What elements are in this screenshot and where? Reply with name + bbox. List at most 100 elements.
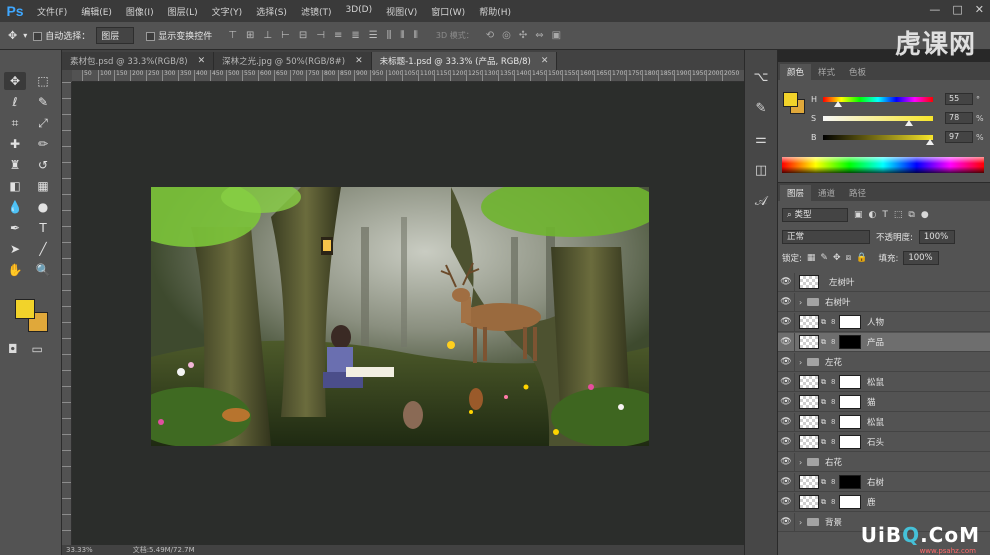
eye-icon[interactable]: 👁: [778, 397, 794, 407]
lasso-tool-icon[interactable]: ℓ: [4, 93, 26, 111]
color-spectrum-bar[interactable]: [782, 157, 984, 173]
link-icon[interactable]: 8: [831, 418, 839, 426]
layer-thumbnail[interactable]: [799, 275, 819, 289]
menu-item-0[interactable]: 文件(F): [30, 5, 74, 18]
link-icon[interactable]: 8: [831, 438, 839, 446]
move-tool-icon[interactable]: ✥: [4, 72, 26, 90]
layer-mask-thumbnail[interactable]: [839, 375, 861, 389]
layer-row[interactable]: 👁 › 右花: [778, 452, 990, 472]
minimize-icon[interactable]: —: [929, 3, 940, 16]
menu-item-4[interactable]: 文字(Y): [205, 5, 250, 18]
layer-mask-thumbnail[interactable]: [839, 415, 861, 429]
eye-icon[interactable]: 👁: [778, 297, 794, 307]
properties-panel-icon[interactable]: ◫: [755, 163, 767, 178]
layer-row[interactable]: 👁 ⧉ 8 鹿: [778, 492, 990, 512]
eye-icon[interactable]: 👁: [778, 457, 794, 467]
menu-item-7[interactable]: 3D(D): [338, 5, 379, 18]
layer-mask-thumbnail[interactable]: [839, 435, 861, 449]
screen-mode-icon[interactable]: ▭: [32, 342, 43, 356]
dodge-tool-icon[interactable]: ●: [32, 198, 54, 216]
tab-channels[interactable]: 通道: [811, 185, 842, 201]
brush-panel-icon[interactable]: ✎: [756, 101, 767, 116]
filter-smart-icon[interactable]: ⧉: [908, 210, 914, 220]
show-transform-checkbox[interactable]: 显示变换控件: [146, 29, 212, 42]
tab-layers[interactable]: 图层: [780, 185, 812, 201]
path-select-icon[interactable]: ➤: [4, 240, 26, 258]
lock-artboard-icon[interactable]: ⧈: [845, 253, 851, 263]
layer-thumbnail[interactable]: [799, 415, 819, 429]
layer-row[interactable]: 👁 ⧉ 8 松鼠: [778, 372, 990, 392]
menu-item-2[interactable]: 图像(I): [119, 5, 161, 18]
3d-pan-icon[interactable]: ✣: [519, 30, 527, 41]
zoom-tool-icon[interactable]: 🔍: [32, 261, 54, 279]
layer-filter-dropdown[interactable]: ⌕ 类型: [782, 208, 848, 222]
filter-type-icon[interactable]: T: [882, 210, 888, 220]
align-hcenter-icon[interactable]: ⊟: [299, 30, 307, 41]
auto-select-dropdown[interactable]: 图层: [96, 27, 135, 44]
crop-tool-icon[interactable]: ⌗: [4, 114, 26, 132]
chevron-down-icon[interactable]: ▾: [23, 31, 27, 40]
distribute-right-icon[interactable]: ⦀: [414, 30, 418, 41]
layer-thumbnail[interactable]: [799, 435, 819, 449]
eyedropper-tool-icon[interactable]: ⤢: [32, 114, 54, 132]
layer-mask-thumbnail[interactable]: [839, 315, 861, 329]
lock-position-icon[interactable]: ✥: [833, 253, 841, 263]
eye-icon[interactable]: 👁: [778, 377, 794, 387]
link-icon[interactable]: 8: [831, 318, 839, 326]
lock-image-icon[interactable]: ✎: [820, 253, 828, 263]
menu-item-8[interactable]: 视图(V): [379, 5, 424, 18]
layer-mask-thumbnail[interactable]: [839, 395, 861, 409]
layer-row[interactable]: 👁 ⧉ 8 产品: [778, 332, 990, 352]
layer-row[interactable]: 👁 左树叶: [778, 273, 990, 292]
fill-input[interactable]: 100%: [903, 251, 940, 265]
distribute-bottom-icon[interactable]: ☰: [369, 30, 378, 41]
eye-icon[interactable]: 👁: [778, 417, 794, 427]
tab-styles[interactable]: 样式: [811, 64, 842, 80]
quick-mask-icon[interactable]: ◘: [8, 342, 18, 356]
tab-color[interactable]: 颜色: [780, 64, 812, 80]
3d-rotate-icon[interactable]: ⟲: [486, 30, 494, 41]
3d-scale-icon[interactable]: ▣: [552, 30, 561, 41]
brightness-slider[interactable]: [823, 134, 934, 145]
close-icon[interactable]: ✕: [541, 56, 549, 66]
layer-thumbnail[interactable]: [799, 495, 819, 509]
lock-transparent-icon[interactable]: ▦: [807, 253, 816, 263]
filter-pixel-icon[interactable]: ▣: [854, 210, 863, 220]
link-icon[interactable]: 8: [831, 478, 839, 486]
link-icon[interactable]: 8: [831, 338, 839, 346]
menu-item-9[interactable]: 窗口(W): [424, 5, 472, 18]
close-icon[interactable]: ✕: [198, 56, 206, 66]
layer-row[interactable]: 👁 ⧉ 8 猫: [778, 392, 990, 412]
eye-icon[interactable]: 👁: [778, 357, 794, 367]
brightness-value[interactable]: 97: [945, 131, 973, 143]
tab-paths[interactable]: 路径: [842, 185, 873, 201]
eye-icon[interactable]: 👁: [778, 517, 794, 527]
hue-slider-thumb[interactable]: [834, 100, 843, 107]
distribute-hcenter-icon[interactable]: ⫴: [400, 30, 404, 41]
chevron-right-icon[interactable]: ›: [799, 458, 807, 467]
blend-mode-dropdown[interactable]: 正常: [782, 230, 870, 244]
chevron-right-icon[interactable]: ›: [799, 518, 807, 527]
filter-adjust-icon[interactable]: ◐: [869, 210, 877, 220]
marquee-tool-icon[interactable]: ⬚: [32, 72, 54, 90]
3d-slide-icon[interactable]: ⇔: [535, 30, 543, 41]
filter-toggle-icon[interactable]: ●: [921, 210, 929, 220]
healing-brush-icon[interactable]: ✚: [4, 135, 26, 153]
layer-mask-thumbnail[interactable]: [839, 495, 861, 509]
layer-thumbnail[interactable]: [799, 315, 819, 329]
saturation-slider[interactable]: [823, 115, 933, 126]
document-size[interactable]: 文档:5.49M/72.7M: [133, 545, 195, 555]
layer-thumbnail[interactable]: [799, 475, 819, 489]
layer-row[interactable]: 👁 › 左花: [778, 352, 990, 372]
link-icon[interactable]: 8: [831, 498, 839, 506]
adjustments-panel-icon[interactable]: ⚌: [755, 132, 767, 147]
maximize-icon[interactable]: □: [952, 3, 962, 16]
auto-select-checkbox[interactable]: 自动选择：: [33, 29, 90, 42]
align-left-icon[interactable]: ⊢: [281, 30, 290, 41]
eraser-tool-icon[interactable]: ◧: [4, 177, 26, 195]
tab-untitled-1[interactable]: 未标题-1.psd @ 33.3% (产品, RGB/8) ✕: [371, 52, 558, 70]
image-canvas[interactable]: [151, 187, 649, 446]
foreground-color-swatch[interactable]: [15, 299, 35, 319]
layer-thumbnail[interactable]: [799, 335, 819, 349]
menu-item-5[interactable]: 选择(S): [249, 5, 294, 18]
